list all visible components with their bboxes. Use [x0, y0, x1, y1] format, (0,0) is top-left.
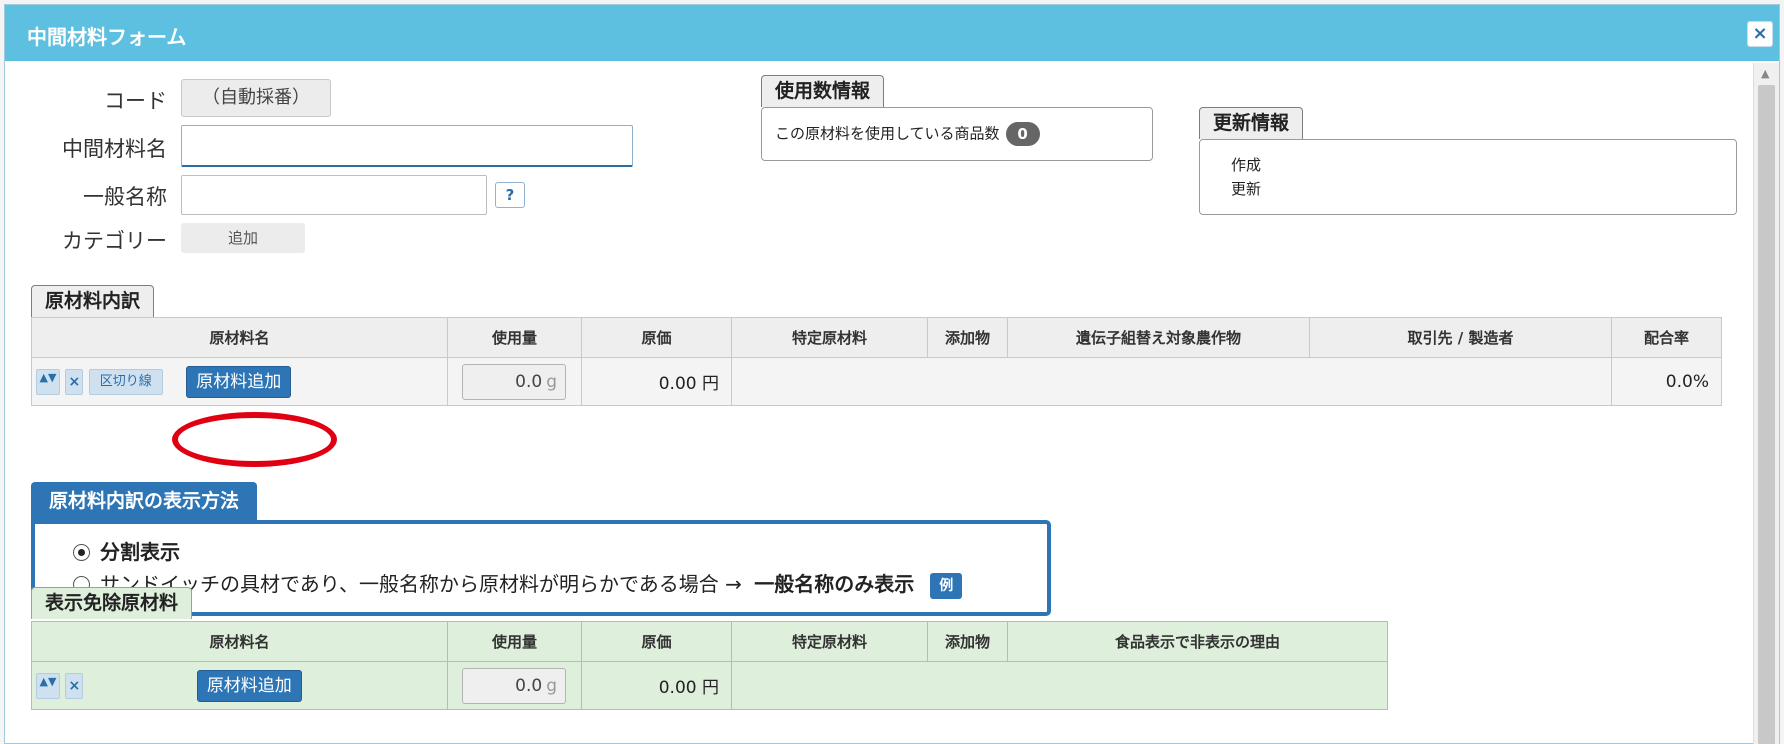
code-field: （自動採番） — [181, 79, 331, 117]
excluded-table: 原材料名 使用量 原価 特定原材料 添加物 食品表示で非表示の理由 ▲▼ × 原… — [31, 621, 1388, 710]
qty-value: 0.0 — [515, 371, 543, 392]
usage-count-badge: 0 — [1005, 122, 1040, 146]
updated-label: 更新 — [1231, 180, 1262, 198]
option-split-display[interactable]: 分割表示 — [73, 536, 180, 565]
scroll-up-icon[interactable]: ▲ — [1761, 67, 1769, 80]
qty-input[interactable]: 0.0 g — [462, 667, 566, 704]
delete-row-icon[interactable]: × — [65, 368, 84, 395]
column-header: 使用量 — [447, 621, 582, 662]
excluded-tab: 表示免除原材料 — [31, 587, 193, 619]
table-row: ▲▼ × 区切り線 原材料追加 0.0 g 0.00 円 0.0% — [31, 357, 1722, 406]
excluded-header-row: 原材料名 使用量 原価 特定原材料 添加物 食品表示で非表示の理由 — [31, 621, 1388, 662]
add-category-button[interactable]: 追加 — [181, 223, 305, 253]
column-header: 配合率 — [1611, 317, 1722, 358]
radio-selected[interactable] — [73, 544, 90, 561]
ratio-cell: 0.0% — [1611, 357, 1722, 406]
column-header: 原材料名 — [31, 621, 448, 662]
option-split-label: 分割表示 — [100, 540, 180, 564]
column-header: 原材料名 — [31, 317, 448, 358]
column-header: 特定原材料 — [731, 621, 928, 662]
breakdown-tab: 原材料内訳 — [31, 285, 155, 317]
delete-row-icon[interactable]: × — [65, 672, 84, 699]
material-name-input[interactable] — [181, 125, 633, 167]
column-header: 添加物 — [927, 621, 1008, 662]
material-name-cell: ▲▼ × 原材料追加 — [31, 661, 448, 710]
column-header: 取引先 / 製造者 — [1309, 317, 1612, 358]
table-row: ▲▼ × 原材料追加 0.0 g 0.00 円 — [31, 661, 1388, 710]
close-icon: × — [1752, 23, 1768, 44]
empty-cell — [731, 357, 1612, 406]
general-name-input[interactable] — [181, 175, 487, 215]
column-header: 原価 — [581, 317, 732, 358]
title-bar: 中間材料フォーム × — [5, 5, 1779, 61]
column-header: 添加物 — [927, 317, 1008, 358]
update-info-tab: 更新情報 — [1199, 107, 1304, 139]
general-name-label: 一般名称 — [83, 185, 167, 209]
update-info-box: 作成 更新 — [1199, 139, 1737, 215]
breakdown-table: 原材料名 使用量 原価 特定原材料 添加物 遺伝子組替え対象農作物 取引先 / … — [31, 317, 1722, 406]
code-label: コード — [104, 89, 167, 113]
qty-unit: g — [546, 371, 557, 392]
column-header: 食品表示で非表示の理由 — [1007, 621, 1388, 662]
question-icon: ? — [505, 186, 515, 204]
usage-info-text: この原材料を使用している商品数 — [775, 124, 1000, 143]
window-title: 中間材料フォーム — [27, 25, 187, 49]
material-name-label: 中間材料名 — [62, 137, 167, 161]
scroll-thumb[interactable] — [1758, 85, 1775, 744]
intermediate-material-form-window: 中間材料フォーム × ▲ コード （自動採番） 中間材料名 一般名称 ? カテゴ… — [4, 4, 1780, 744]
add-raw-material-button[interactable]: 原材料追加 — [196, 669, 302, 702]
created-label: 作成 — [1231, 156, 1262, 174]
usage-info-box: この原材料を使用している商品数 0 — [761, 107, 1153, 161]
column-header: 遺伝子組替え対象農作物 — [1007, 317, 1310, 358]
option-general-text: サンドイッチの具材であり、一般名称から原材料が明らかである場合 → — [100, 572, 742, 596]
display-method-tab: 原材料内訳の表示方法 — [31, 482, 258, 520]
category-label: カテゴリー — [62, 229, 167, 253]
column-header: 原価 — [581, 621, 732, 662]
qty-value: 0.0 — [515, 675, 543, 696]
qty-cell: 0.0 g — [447, 661, 582, 710]
usage-info-tab: 使用数情報 — [761, 75, 885, 107]
qty-cell: 0.0 g — [447, 357, 582, 406]
cost-cell: 0.00 円 — [581, 357, 732, 406]
form-content: コード （自動採番） 中間材料名 一般名称 ? カテゴリー 追加 使用数情報 こ… — [5, 61, 1753, 744]
material-name-cell: ▲▼ × 区切り線 原材料追加 — [31, 357, 448, 406]
reorder-icon[interactable]: ▲▼ — [36, 368, 60, 395]
add-raw-material-button[interactable]: 原材料追加 — [186, 365, 292, 398]
highlight-annotation — [172, 412, 337, 467]
qty-unit: g — [546, 675, 557, 696]
close-button[interactable]: × — [1747, 21, 1773, 47]
column-header: 使用量 — [447, 317, 582, 358]
cost-cell: 0.00 円 — [581, 661, 732, 710]
option-general-name-display[interactable]: サンドイッチの具材であり、一般名称から原材料が明らかである場合 → 一般名称のみ… — [73, 568, 963, 599]
qty-input[interactable]: 0.0 g — [462, 363, 566, 400]
reorder-icon[interactable]: ▲▼ — [36, 672, 60, 699]
option-general-bold: 一般名称のみ表示 — [754, 572, 915, 596]
vertical-scrollbar[interactable]: ▲ — [1753, 63, 1779, 744]
example-button[interactable]: 例 — [930, 572, 963, 599]
column-header: 特定原材料 — [731, 317, 928, 358]
breakdown-header-row: 原材料名 使用量 原価 特定原材料 添加物 遺伝子組替え対象農作物 取引先 / … — [31, 317, 1722, 358]
help-button[interactable]: ? — [495, 182, 525, 208]
empty-cell — [731, 661, 1388, 710]
separator-button[interactable]: 区切り線 — [88, 368, 163, 395]
usage-info-row: この原材料を使用している商品数 0 — [775, 122, 1040, 146]
